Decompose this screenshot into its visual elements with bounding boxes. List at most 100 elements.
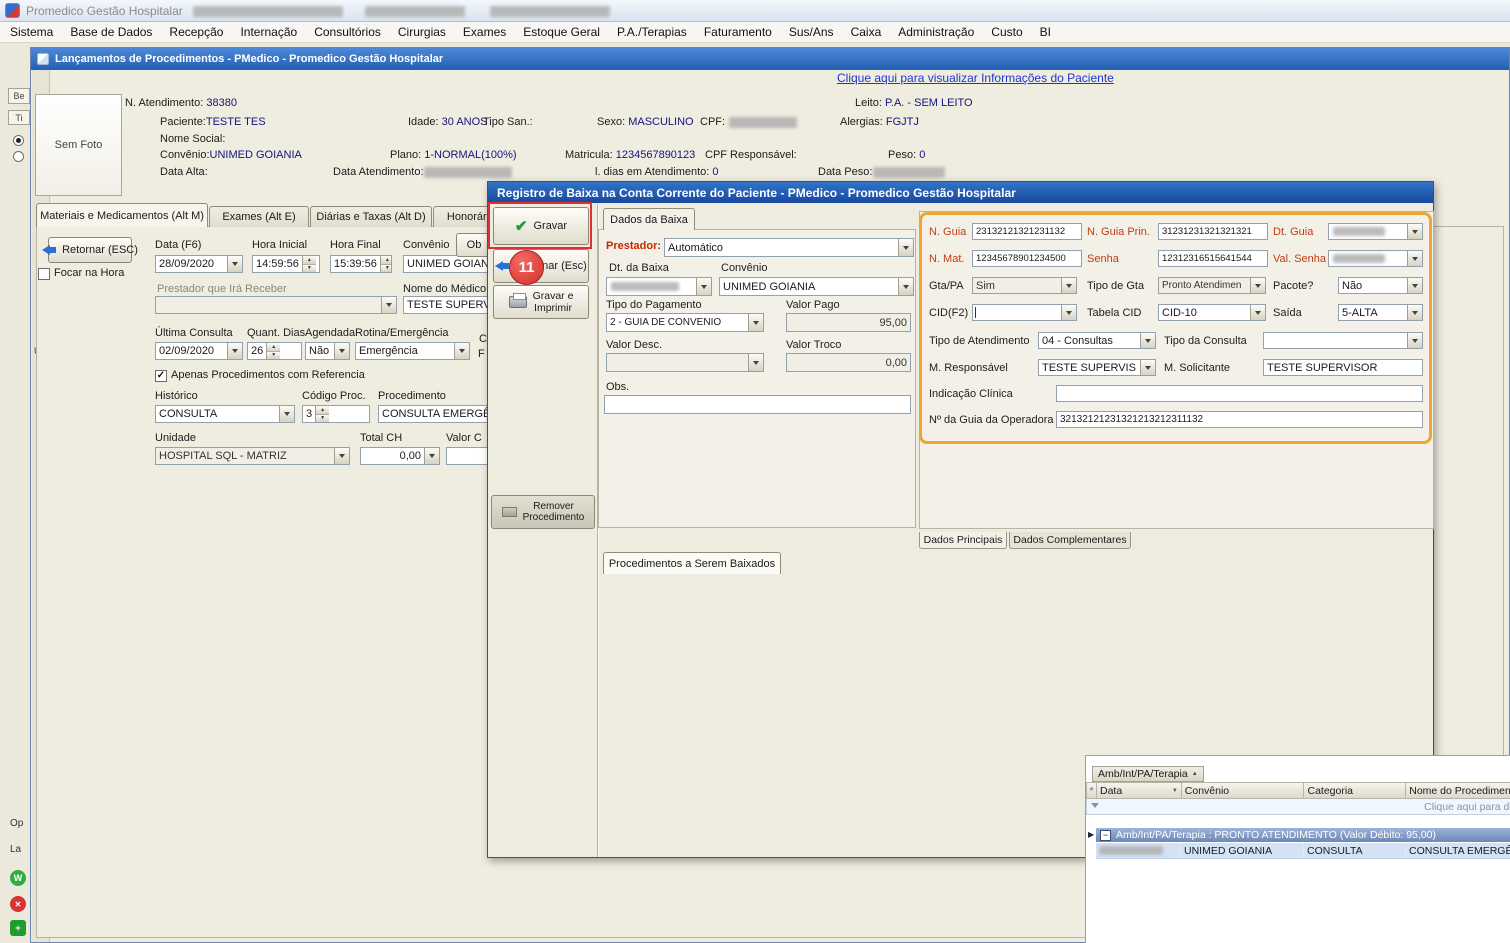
menu-exames[interactable]: Exames xyxy=(463,25,506,39)
n-guia-operadora-field[interactable]: 32132121231321213212311132 xyxy=(1056,411,1423,428)
chevron-down-icon[interactable] xyxy=(696,278,711,295)
menu-custo[interactable]: Custo xyxy=(991,25,1022,39)
add-icon[interactable]: + xyxy=(10,920,26,936)
n-mat-field[interactable]: 12345678901234500 xyxy=(972,250,1082,267)
menu-faturamento[interactable]: Faturamento xyxy=(704,25,772,39)
menu-sistema[interactable]: Sistema xyxy=(10,25,53,39)
column-header-procedimento[interactable]: Nome do Procedimento xyxy=(1406,783,1510,798)
menu-caixa[interactable]: Caixa xyxy=(851,25,882,39)
indicacao-clinica-field[interactable] xyxy=(1056,385,1423,402)
grid-group-row[interactable]: − Amb/Int/PA/Terapia : PRONTO ATENDIMENT… xyxy=(1096,828,1510,842)
agendada-field[interactable]: Não xyxy=(305,342,350,360)
m-solicitante-field[interactable]: TESTE SUPERVISOR xyxy=(1263,359,1423,376)
cancel-icon[interactable]: ✕ xyxy=(10,896,26,912)
chevron-down-icon[interactable] xyxy=(334,343,349,359)
chevron-down-icon[interactable] xyxy=(454,343,469,359)
tipo-consulta-field[interactable] xyxy=(1263,332,1423,349)
tab-materiais-medicamentos[interactable]: Materiais e Medicamentos (Alt M) xyxy=(36,203,208,227)
gravar-imprimir-button[interactable]: Gravar e Imprimir xyxy=(493,285,589,319)
chevron-down-icon[interactable] xyxy=(1250,305,1265,320)
filter-dropdown-icon[interactable]: ▼ xyxy=(1172,788,1178,794)
focar-checkbox[interactable] xyxy=(38,268,50,280)
spinner-icon[interactable]: ▲▼ xyxy=(380,256,392,272)
radio-option-2[interactable] xyxy=(13,151,24,162)
menu-sus-ans[interactable]: Sus/Ans xyxy=(789,25,834,39)
tab-dados-principais[interactable]: Dados Principais xyxy=(919,532,1007,549)
chevron-down-icon[interactable] xyxy=(1061,305,1076,320)
chevron-down-icon[interactable] xyxy=(1407,305,1422,320)
chevron-down-icon[interactable] xyxy=(1407,224,1422,239)
spinner-icon[interactable]: ▲▼ xyxy=(266,343,280,359)
chevron-down-icon[interactable] xyxy=(1407,333,1422,348)
apenas-referencia-checkbox[interactable]: ✓ xyxy=(155,370,167,382)
dialog-convenio-field[interactable]: UNIMED GOIANIA xyxy=(719,277,914,296)
tab-dados-complementares[interactable]: Dados Complementares xyxy=(1009,532,1131,549)
chevron-down-icon[interactable] xyxy=(1140,360,1155,375)
chevron-down-icon[interactable] xyxy=(1407,251,1422,266)
whatsapp-icon[interactable]: W xyxy=(10,870,26,886)
gravar-button[interactable]: ✔ Gravar xyxy=(493,207,589,245)
prestador-receber-field[interactable] xyxy=(155,296,397,314)
retornar-button[interactable]: Retornar (ESC) xyxy=(48,237,132,263)
form-convenio-field[interactable]: UNIMED GOIANIA xyxy=(403,255,495,273)
spinner-icon[interactable]: ▲▼ xyxy=(302,256,316,272)
unidade-field[interactable]: HOSPITAL SQL - MATRIZ xyxy=(155,447,350,465)
valor-c-field[interactable] xyxy=(446,447,490,465)
chevron-down-icon[interactable] xyxy=(1250,278,1265,293)
saida-field[interactable]: 5-ALTA xyxy=(1338,304,1423,321)
hora-final-field[interactable]: 15:39:56▲▼ xyxy=(330,255,392,273)
tipo-atendimento-field[interactable]: 04 - Consultas xyxy=(1038,332,1156,349)
tipo-gta-field[interactable]: Pronto Atendimen xyxy=(1158,277,1266,294)
group-field-chip[interactable]: Amb/Int/PA/Terapia ▲ xyxy=(1092,766,1204,782)
rotina-emergencia-field[interactable]: Emergência xyxy=(355,342,470,360)
tab-procedimentos-baixados[interactable]: Procedimentos a Serem Baixados xyxy=(603,552,781,574)
codigo-proc-field[interactable]: 3▲▼ xyxy=(302,405,370,423)
menu-consultorios[interactable]: Consultórios xyxy=(314,25,381,39)
menu-base-de-dados[interactable]: Base de Dados xyxy=(70,25,152,39)
side-tab-be[interactable]: Be xyxy=(8,88,30,104)
grid-data-row[interactable]: UNIMED GOIANIA CONSULTA CONSULTA EMERGÊN… xyxy=(1096,843,1510,859)
nome-medico-field[interactable]: TESTE SUPERVIS xyxy=(403,296,495,314)
remover-procedimento-button[interactable]: Remover Procedimento xyxy=(491,495,595,529)
procedimento-field[interactable]: CONSULTA EMERGÊN xyxy=(378,405,490,423)
collapse-icon[interactable]: − xyxy=(1100,830,1111,841)
chevron-down-icon[interactable] xyxy=(227,343,242,359)
tab-exames[interactable]: Exames (Alt E) xyxy=(209,206,309,227)
spinner-icon[interactable]: ▲▼ xyxy=(315,406,329,422)
patient-info-link[interactable]: Clique aqui para visualizar Informações … xyxy=(837,71,1114,85)
cid-field[interactable] xyxy=(972,304,1077,321)
tipo-pagamento-field[interactable]: 2 - GUIA DE CONVENIO xyxy=(606,313,764,332)
column-header-convenio[interactable]: Convênio xyxy=(1182,783,1305,798)
m-responsavel-field[interactable]: TESTE SUPERVIS xyxy=(1038,359,1156,376)
chevron-down-icon[interactable] xyxy=(1140,333,1155,348)
tab-dados-da-baixa[interactable]: Dados da Baixa xyxy=(603,208,695,230)
menu-estoque-geral[interactable]: Estoque Geral xyxy=(523,25,600,39)
chevron-down-icon[interactable] xyxy=(334,448,349,464)
ultima-consulta-field[interactable]: 02/09/2020 xyxy=(155,342,243,360)
side-tab-ti[interactable]: Ti xyxy=(8,110,30,125)
chevron-down-icon[interactable] xyxy=(1407,278,1422,293)
chevron-down-icon[interactable] xyxy=(1061,278,1076,293)
tabela-cid-field[interactable]: CID-10 xyxy=(1158,304,1266,321)
menu-internacao[interactable]: Internação xyxy=(240,25,297,39)
data-f6-field[interactable]: 28/09/2020 xyxy=(155,255,243,273)
gta-pa-field[interactable]: Sim xyxy=(972,277,1077,294)
menu-bi[interactable]: BI xyxy=(1040,25,1051,39)
n-guia-field[interactable]: 23132121321231132 xyxy=(972,223,1082,240)
radio-option-1[interactable] xyxy=(13,135,24,146)
menu-administracao[interactable]: Administração xyxy=(898,25,974,39)
valor-desc-field[interactable] xyxy=(606,353,764,372)
chevron-down-icon[interactable] xyxy=(748,314,763,331)
column-header-categoria[interactable]: Categoria xyxy=(1304,783,1406,798)
menu-pa-terapias[interactable]: P.A./Terapias xyxy=(617,25,687,39)
chevron-down-icon[interactable] xyxy=(381,297,396,313)
chevron-down-icon[interactable] xyxy=(424,448,439,464)
chevron-down-icon[interactable] xyxy=(898,278,913,295)
menu-cirurgias[interactable]: Cirurgias xyxy=(398,25,446,39)
tab-diarias-taxas[interactable]: Diárias e Taxas (Alt D) xyxy=(310,206,432,227)
dialog-obs-field[interactable] xyxy=(604,395,911,414)
grid-filter-row[interactable]: Clique aqui para definir um Filtro xyxy=(1086,799,1510,815)
valor-troco-field[interactable]: 0,00 xyxy=(786,353,911,372)
chevron-down-icon[interactable] xyxy=(227,256,242,272)
historico-field[interactable]: CONSULTA xyxy=(155,405,295,423)
